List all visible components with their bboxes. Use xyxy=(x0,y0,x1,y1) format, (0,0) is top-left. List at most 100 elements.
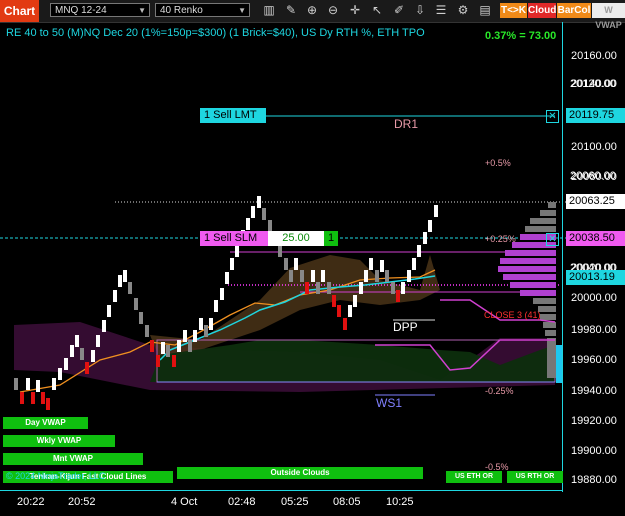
price-tick: 19880.00 xyxy=(571,474,617,486)
price-tick: 19920.00 xyxy=(571,415,617,427)
lines-icon[interactable]: ☰ xyxy=(434,3,448,18)
tpo-bar xyxy=(547,338,556,378)
renko-brick xyxy=(134,298,138,310)
renko-brick xyxy=(36,380,40,392)
renko-brick xyxy=(257,196,261,208)
renko-brick xyxy=(177,340,181,352)
renko-brick xyxy=(96,335,100,347)
renko-brick xyxy=(156,355,160,367)
renko-brick xyxy=(139,312,143,324)
chart-tab[interactable]: Chart xyxy=(0,0,39,22)
slm-order-count[interactable]: 1 xyxy=(324,231,338,246)
tpo-bar xyxy=(545,330,556,336)
pointer-icon[interactable]: ↖ xyxy=(370,3,384,18)
price-tick: 20060.00 xyxy=(570,170,616,182)
tpo-bar xyxy=(540,314,556,320)
wvwap-toggle-button[interactable]: W VWAP xyxy=(592,3,625,30)
renko-brick xyxy=(172,355,176,367)
current-price-flag: 20013.19 xyxy=(566,270,625,285)
renko-brick xyxy=(183,330,187,342)
renko-brick xyxy=(235,245,239,257)
zoom-in-icon[interactable]: ⊕ xyxy=(305,3,319,18)
pen-icon[interactable]: ✐ xyxy=(392,3,406,18)
bartype-selector[interactable]: 40 Renko ▼ xyxy=(155,3,250,17)
renko-brick xyxy=(123,270,127,282)
tpo-bar xyxy=(533,298,556,304)
copyright-text: © 2024 NinjaTrader, LLC xyxy=(6,471,106,481)
wkly-vwap-toggle[interactable]: Wkly VWAP xyxy=(3,435,115,447)
tk-toggle-button[interactable]: T<>K xyxy=(500,3,527,18)
bars-icon[interactable]: ▥ xyxy=(262,3,276,18)
day-vwap-toggle[interactable]: Day VWAP xyxy=(3,417,88,429)
renko-brick xyxy=(209,318,213,330)
sell-lmt-price-flag: 20119.75 xyxy=(566,108,625,123)
sell-lmt-order-label[interactable]: 1 Sell LMT xyxy=(200,108,266,123)
price-tick: 20100.00 xyxy=(571,141,617,153)
renko-brick xyxy=(193,330,197,342)
price-axis[interactable]: 20160.00 20140.00 20100.00 20080.00 2002… xyxy=(562,22,625,492)
us-eth-or-toggle[interactable]: US ETH OR xyxy=(446,471,502,483)
plus05-label: +0.5% xyxy=(485,158,511,168)
tpo-bar xyxy=(505,250,556,256)
renko-brick xyxy=(64,358,68,370)
renko-brick xyxy=(321,270,325,282)
renko-brick xyxy=(364,270,368,282)
gear-icon[interactable]: ⚙ xyxy=(456,3,470,18)
renko-brick xyxy=(311,270,315,282)
barcol-toggle-button[interactable]: BarCol xyxy=(557,3,591,18)
renko-brick xyxy=(300,270,304,282)
renko-brick xyxy=(52,378,56,390)
tpo-bar xyxy=(540,210,556,216)
price-tick: 19940.00 xyxy=(571,385,617,397)
renko-brick xyxy=(145,325,149,337)
sell-slm-price-flag: 20038.50 xyxy=(566,231,625,246)
renko-brick xyxy=(391,282,395,294)
renko-brick xyxy=(380,260,384,272)
renko-brick xyxy=(337,305,341,317)
tpo-bar xyxy=(503,274,556,280)
mnt-vwap-toggle[interactable]: Mnt VWAP xyxy=(3,453,143,465)
sell-lmt-close-icon[interactable]: ✕ xyxy=(546,110,559,123)
renko-brick xyxy=(166,345,170,357)
tpo-bar xyxy=(500,258,556,264)
us-rth-or-toggle[interactable]: US RTH OR xyxy=(507,471,563,483)
renko-brick xyxy=(434,205,438,217)
renko-brick xyxy=(161,342,165,354)
renko-brick xyxy=(70,345,74,357)
renko-brick xyxy=(41,392,45,404)
sell-slm-close-icon[interactable]: ✕ xyxy=(546,233,559,246)
tpo-bar xyxy=(498,266,556,272)
time-tick: 20:22 xyxy=(17,496,45,508)
renko-brick xyxy=(417,245,421,257)
renko-brick xyxy=(46,398,50,410)
renko-brick xyxy=(150,340,154,352)
outside-clouds-toggle[interactable]: Outside Clouds xyxy=(177,467,423,479)
renko-brick xyxy=(369,258,373,270)
crosshair-icon[interactable]: ✛ xyxy=(348,3,362,18)
close3-label: CLOSE 3 (41) xyxy=(484,310,541,320)
slm-quantity-input[interactable]: 25.00 xyxy=(268,231,324,246)
tpo-bar xyxy=(530,218,556,224)
tpo-bar xyxy=(525,226,556,232)
renko-brick xyxy=(118,275,122,287)
arrow-down-icon[interactable]: ⇩ xyxy=(413,3,427,18)
strategy-icon[interactable]: ▤ xyxy=(478,3,492,18)
zoom-out-icon[interactable]: ⊖ xyxy=(326,3,340,18)
draw-icon[interactable]: ✎ xyxy=(284,3,298,18)
bartype-label: 40 Renko xyxy=(160,5,203,16)
time-tick: 10:25 xyxy=(386,496,414,508)
cloud-toggle-button[interactable]: Cloud xyxy=(528,3,556,18)
price-tick: 20120.00 xyxy=(570,78,616,90)
plus025-label: +0.25% xyxy=(485,234,516,244)
renko-brick xyxy=(102,320,106,332)
price-tick: 19900.00 xyxy=(571,445,617,457)
renko-brick xyxy=(225,272,229,284)
renko-brick xyxy=(385,270,389,282)
renko-brick xyxy=(113,290,117,302)
instrument-selector[interactable]: MNQ 12-24 ▼ xyxy=(50,3,150,17)
renko-brick xyxy=(75,335,79,347)
time-tick: 20:52 xyxy=(68,496,96,508)
sell-slm-order-label[interactable]: 1 Sell SLM xyxy=(200,231,268,246)
time-tick: 08:05 xyxy=(333,496,361,508)
renko-brick xyxy=(85,362,89,374)
